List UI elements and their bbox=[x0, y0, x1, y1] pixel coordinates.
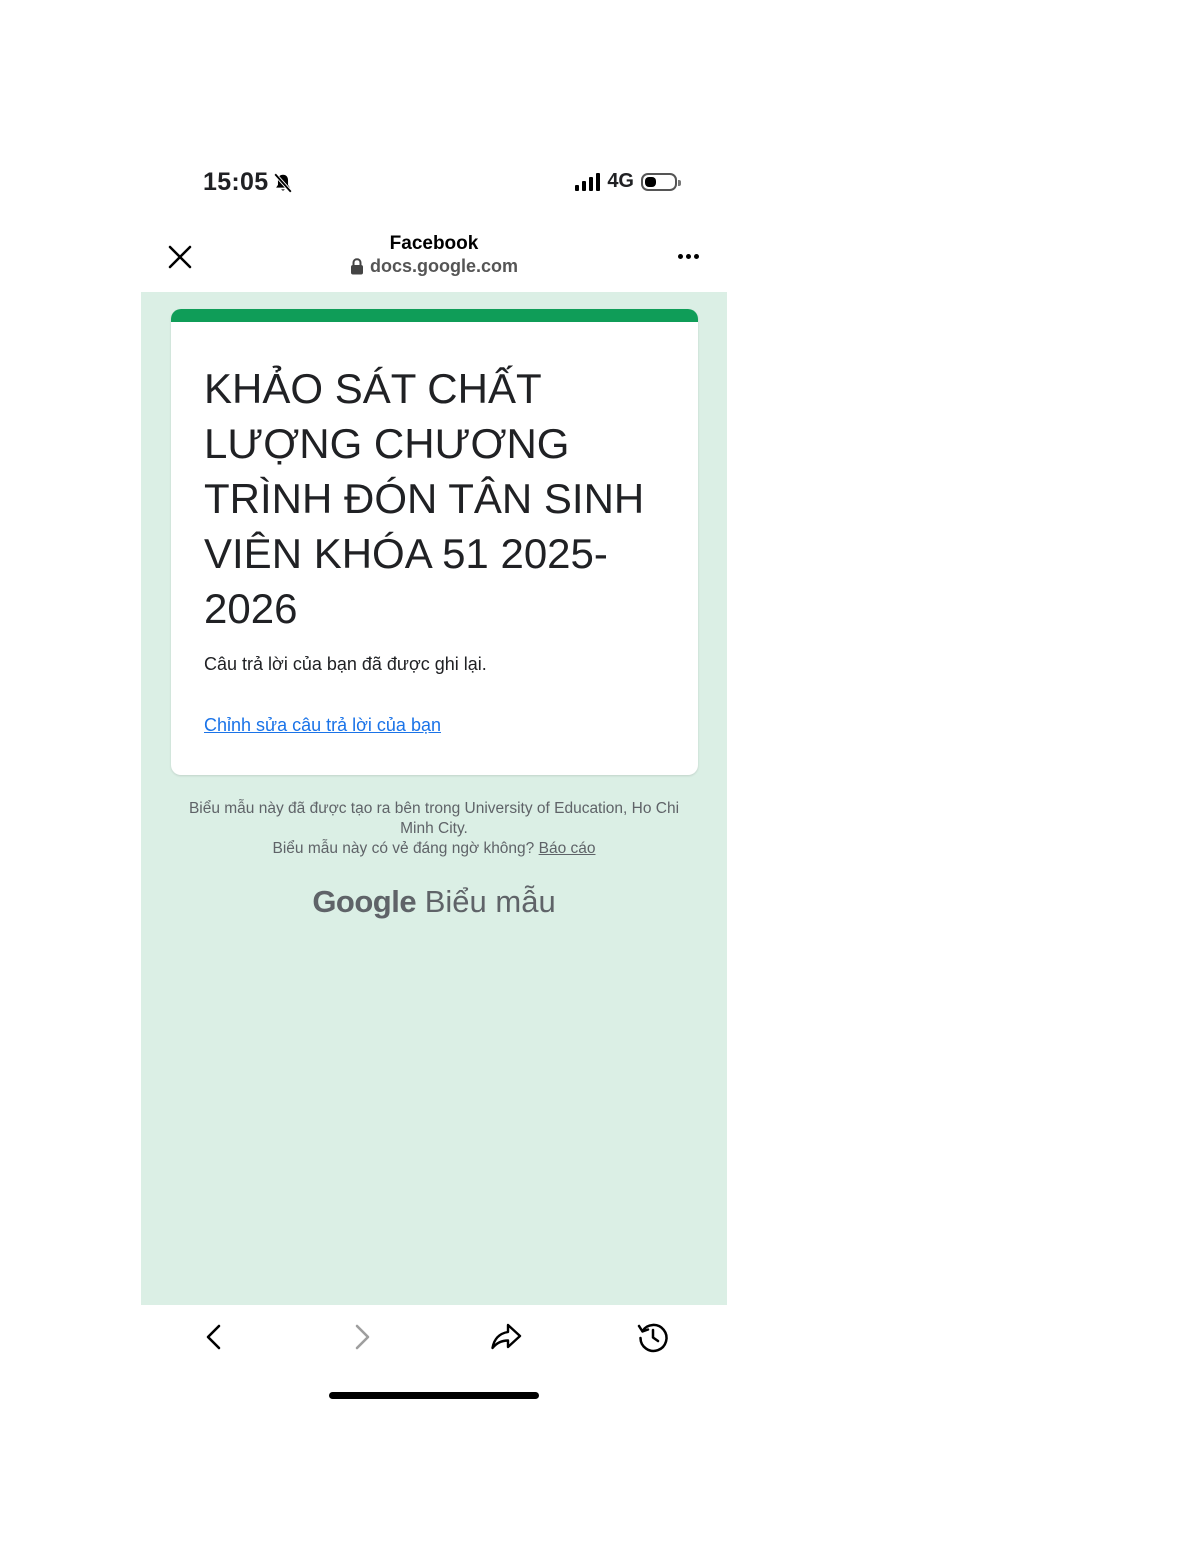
share-icon bbox=[491, 1323, 522, 1350]
back-icon bbox=[206, 1324, 221, 1350]
form-accent-bar bbox=[171, 309, 698, 322]
more-icon-dot bbox=[677, 253, 683, 259]
browser-title-area: Facebook docs.google.com bbox=[141, 232, 727, 280]
edit-response-link[interactable]: Chỉnh sửa câu trả lời của bạn bbox=[204, 715, 441, 736]
forms-wordmark: Biểu mẫu bbox=[424, 884, 556, 919]
google-wordmark: Google bbox=[312, 884, 417, 919]
report-link[interactable]: Báo cáo bbox=[539, 840, 596, 857]
browser-bottom-nav bbox=[141, 1305, 727, 1370]
more-icon-dot bbox=[685, 253, 691, 259]
footer-suspicious: Biểu mẫu này có vẻ đáng ngờ không? Báo c… bbox=[181, 839, 687, 859]
battery-level bbox=[645, 176, 656, 187]
bell-slash-icon bbox=[274, 172, 293, 193]
lock-icon bbox=[350, 257, 363, 274]
history-button[interactable] bbox=[635, 1319, 671, 1355]
status-indicators: 4G bbox=[575, 170, 681, 193]
more-icon-dot bbox=[693, 253, 699, 259]
form-footer: Biểu mẫu này đã được tạo ra bên trong Un… bbox=[181, 799, 687, 859]
forward-icon bbox=[355, 1324, 370, 1350]
confirmation-message: Câu trả lời của bạn đã được ghi lại. bbox=[204, 654, 487, 674]
browser-header: Facebook docs.google.com bbox=[141, 222, 727, 292]
share-button[interactable] bbox=[488, 1319, 524, 1355]
battery-icon bbox=[641, 172, 681, 191]
google-forms-logo[interactable]: Google Biểu mẫu bbox=[141, 884, 727, 920]
footer-suspicious-text: Biểu mẫu này có vẻ đáng ngờ không? bbox=[272, 840, 535, 857]
back-button[interactable] bbox=[197, 1319, 233, 1355]
status-time: 15:05 bbox=[203, 168, 294, 197]
browser-url-text: docs.google.com bbox=[369, 256, 519, 276]
forward-button[interactable] bbox=[343, 1319, 379, 1355]
web-content: KHẢO SÁT CHẤT LƯỢNG CHƯƠNG TRÌNH ĐÓN TÂN… bbox=[141, 292, 727, 1305]
footer-created-in: Biểu mẫu này đã được tạo ra bên trong Un… bbox=[188, 800, 680, 837]
home-indicator[interactable] bbox=[329, 1392, 539, 1399]
browser-title: Facebook bbox=[389, 233, 479, 254]
phone-screen: 15:05 4G Facebook docs.google.com KHẢO S… bbox=[141, 150, 727, 1420]
more-button[interactable] bbox=[673, 244, 703, 268]
form-title: KHẢO SÁT CHẤT LƯỢNG CHƯƠNG TRÌNH ĐÓN TÂN… bbox=[204, 365, 645, 632]
form-card: KHẢO SÁT CHẤT LƯỢNG CHƯƠNG TRÌNH ĐÓN TÂN… bbox=[171, 309, 698, 775]
browser-url[interactable]: docs.google.com bbox=[350, 255, 518, 277]
signal-icon bbox=[575, 172, 601, 191]
history-icon bbox=[637, 1323, 668, 1353]
status-time-text: 15:05 bbox=[203, 168, 269, 196]
network-type: 4G bbox=[607, 170, 634, 192]
